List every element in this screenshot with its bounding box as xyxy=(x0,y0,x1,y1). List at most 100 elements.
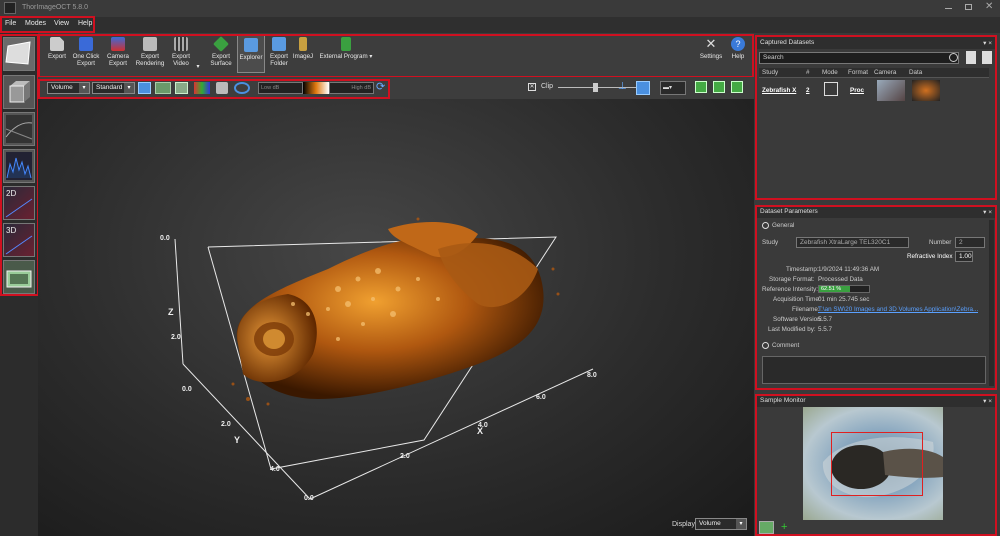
number-field[interactable]: 2 xyxy=(955,237,985,248)
y-tick-2: 2.0 xyxy=(221,421,231,428)
scan-area-rect[interactable] xyxy=(831,432,923,496)
add-icon[interactable]: + xyxy=(781,521,787,533)
cube-shade-icon[interactable] xyxy=(216,82,228,94)
camera-export-button[interactable]: Camera Export xyxy=(105,37,131,67)
comment-textarea[interactable] xyxy=(762,356,986,384)
camera-settings-icon[interactable] xyxy=(759,521,774,534)
clip-label: Clip xyxy=(541,83,554,90)
camera-preview[interactable] xyxy=(803,407,943,520)
mode-toolbar: 2D 3D xyxy=(0,33,38,536)
render-mode-select[interactable]: Volume ▾ xyxy=(47,82,90,94)
window-title: ThorImageOCT 5.8.0 xyxy=(22,4,89,11)
explorer-button[interactable]: Explorer xyxy=(237,34,265,73)
main-toolbar: Export One Click Export Camera Export Ex… xyxy=(38,33,754,77)
grid-view-icon[interactable] xyxy=(175,82,188,94)
imagej-button[interactable]: ImageJ xyxy=(292,37,314,60)
x-axis-label: X xyxy=(477,426,483,436)
captured-datasets-panel: Captured Datasets ▾ × Search Study # Mode… xyxy=(756,37,996,199)
sample-monitor-header: Sample Monitor ▾ × xyxy=(756,395,996,407)
mode-spectrum-button[interactable] xyxy=(3,149,35,183)
minimize-icon[interactable] xyxy=(945,8,952,9)
collapse-general-icon[interactable] xyxy=(762,222,769,229)
mode-oct-scan-button[interactable] xyxy=(3,112,35,146)
volume-render-canvas[interactable]: 0.0 Z 2.0 0.0 2.0 Y 4.0 0.0 2.0 4.0 X 6.… xyxy=(38,99,754,536)
export-surface-button[interactable]: Export Surface xyxy=(206,36,236,67)
x-tick-origin: 0.0 xyxy=(304,495,314,502)
camera-export-icon xyxy=(111,37,125,51)
help-button[interactable]: ? Help xyxy=(728,37,748,60)
import-dataset-icon[interactable] xyxy=(982,51,992,64)
render-toolbar: Volume ▾ Standard ▾ Low dB High dB ⟳ ✕ Cli… xyxy=(38,77,754,99)
low-db-input[interactable]: Low dB xyxy=(258,82,303,94)
export-video-dropdown-icon[interactable]: ▾ xyxy=(194,63,202,70)
rotate-icon[interactable] xyxy=(234,82,250,94)
dataset-parameters-panel: Dataset Parameters ▾ × General Study Zebr… xyxy=(756,206,996,388)
mode-2d-slice-button[interactable] xyxy=(3,37,35,71)
refresh-icon[interactable]: ⟳ xyxy=(376,82,388,94)
export-video-button[interactable]: Export Video xyxy=(169,37,193,67)
parameters-scrollbar[interactable] xyxy=(989,220,994,386)
view-cube-top-icon[interactable] xyxy=(731,81,743,93)
mode-3d-button[interactable]: 3D xyxy=(3,223,35,257)
fit-view-icon[interactable] xyxy=(636,81,650,95)
dataset-parameters-header: Dataset Parameters ▾ × xyxy=(756,206,996,218)
collapse-comment-icon[interactable] xyxy=(762,342,769,349)
clip-slider-thumb[interactable] xyxy=(593,83,598,92)
mode-3d-box-button[interactable] xyxy=(3,75,35,109)
view-cube-side-icon[interactable] xyxy=(713,81,725,93)
title-bar: ThorImageOCT 5.8.0 ✕ xyxy=(0,0,1000,17)
close-icon[interactable]: ✕ xyxy=(985,1,993,12)
filename-link[interactable]: T:\an SW\20 Images and 3D Volumes Applic… xyxy=(818,306,978,313)
slice-view-icon[interactable] xyxy=(155,82,171,94)
app-logo-icon xyxy=(4,2,16,14)
volume-view-icon[interactable] xyxy=(138,82,151,94)
folder-icon xyxy=(272,37,286,51)
tools-icon: ✕ xyxy=(705,36,717,51)
microscope-icon xyxy=(299,37,307,51)
external-program-icon xyxy=(341,37,351,51)
mode-2d-button[interactable]: 2D xyxy=(3,186,35,220)
z-tick-top: 0.0 xyxy=(160,235,170,242)
export-rendering-icon xyxy=(143,37,157,51)
menu-file[interactable]: File xyxy=(5,20,16,27)
camera-thumbnail xyxy=(877,80,905,101)
settings-button[interactable]: ✕ Settings xyxy=(698,36,724,61)
mode-camera-button[interactable] xyxy=(3,260,35,294)
export-surface-icon xyxy=(213,36,229,52)
lighting-select[interactable]: ▬▾ xyxy=(660,81,686,95)
render-preset-select[interactable]: Standard ▾ xyxy=(92,82,135,94)
display-select[interactable]: Volume ▾ xyxy=(695,518,747,530)
external-program-button[interactable]: External Program ▾ xyxy=(318,37,374,60)
menu-view[interactable]: View xyxy=(54,20,69,27)
3d-cube-icon xyxy=(824,82,838,96)
restore-icon[interactable] xyxy=(965,4,972,10)
menu-help[interactable]: Help xyxy=(78,20,92,27)
dropdown-arrow-icon: ▾ xyxy=(124,83,134,93)
comment-section-title: Comment xyxy=(772,342,800,349)
dataset-search-input[interactable]: Search xyxy=(759,52,959,64)
pin-icon[interactable]: ⊥ xyxy=(618,81,627,92)
search-icon[interactable] xyxy=(949,53,958,62)
menu-modes[interactable]: Modes xyxy=(25,20,46,27)
volume-viewport[interactable]: 0.0 Z 2.0 0.0 2.0 Y 4.0 0.0 2.0 4.0 X 6.… xyxy=(38,99,754,536)
one-click-export-button[interactable]: One Click Export xyxy=(72,37,100,67)
high-db-input[interactable]: High dB xyxy=(329,82,374,94)
x-tick-2: 2.0 xyxy=(400,453,410,460)
refractive-index-field[interactable]: 1.00 xyxy=(955,251,973,262)
export-rendering-button[interactable]: Export Rendering xyxy=(135,37,165,67)
study-field[interactable]: Zebrafish XtraLarge TEL320C1 xyxy=(796,237,909,248)
export-folder-button[interactable]: Export Folder xyxy=(267,37,291,67)
zebrafish-volume xyxy=(231,217,560,406)
export-icon xyxy=(50,37,64,51)
new-dataset-icon[interactable] xyxy=(966,51,976,64)
clip-checkbox[interactable]: ✕ xyxy=(528,83,536,91)
x-tick-8: 8.0 xyxy=(587,372,597,379)
view-cube-front-icon[interactable] xyxy=(695,81,707,93)
export-button[interactable]: Export xyxy=(45,37,69,60)
z-tick-mid: 2.0 xyxy=(171,334,181,341)
color-map-icon[interactable] xyxy=(194,82,210,94)
y-tick-origin: 0.0 xyxy=(182,386,192,393)
z-axis-label: Z xyxy=(168,307,174,317)
y-axis-label: Y xyxy=(234,435,240,445)
table-row[interactable]: Zebrafish X 2 Proc xyxy=(759,79,989,103)
